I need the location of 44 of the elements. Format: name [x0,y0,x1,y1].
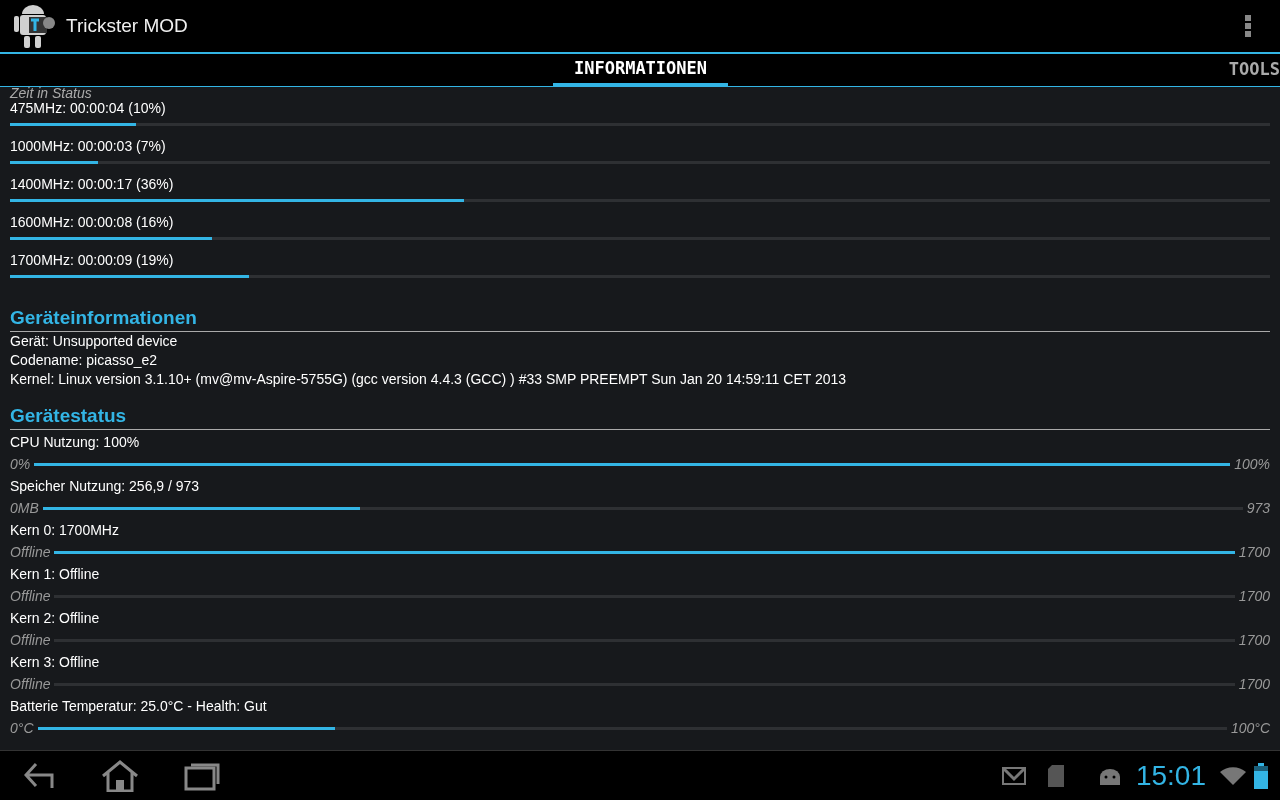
section-heading: Geräteinformationen [10,307,198,329]
battery-icon [1254,762,1268,789]
range-min-label: Offline [10,587,51,605]
status-label: Speicher Nutzung: 256,9 / 973 [10,477,201,495]
range-min-label: Offline [10,675,51,693]
range-min-label: 0°C [10,719,34,737]
back-icon[interactable] [24,761,56,790]
range-max-label: 1700 [1238,675,1270,693]
range-max-label: 973 [1246,499,1270,517]
range-max-label: 1700 [1238,543,1270,561]
clock: 15:01 [1135,758,1206,793]
range-min-label: Offline [10,631,51,649]
frequency-label: 1600MHz: 00:00:08 (16%) [10,213,175,231]
overflow-menu-icon[interactable] [1244,14,1252,38]
range-min-label: Offline [10,543,51,561]
range-max-label: 100% [1234,455,1270,473]
status-label: Kern 1: Offline [10,565,101,583]
info-line: Kernel: Linux version 3.1.10+ (mv@mv-Aspire-5755G) (gcc version 4.4.3 (GCC) ) #33 SMP PREEMPT Sun Jan 20 14:59:11 CET 2013 [10,370,848,389]
section-heading: Gerätestatus [10,405,128,427]
frequency-label: 1000MHz: 00:00:03 (7%) [10,137,167,155]
frequency-label: 1700MHz: 00:00:09 (19%) [10,251,175,269]
frequency-label: 1400MHz: 00:00:17 (36%) [10,175,175,193]
status-label: Kern 3: Offline [10,653,101,671]
range-max-label: 1700 [1238,587,1270,605]
status-label: Kern 0: 1700MHz [10,521,120,539]
status-label: CPU Nutzung: 100% [10,433,141,451]
android-icon [1097,766,1122,785]
home-icon[interactable] [100,759,140,792]
range-min-label: 0MB [10,499,39,517]
info-line: Codename: picasso_e2 [10,351,159,370]
app-title: Trickster MOD [66,13,188,38]
section-caption: Zeit in Status [10,87,93,99]
sd-card-icon [1047,764,1064,787]
frequency-label: 475MHz: 00:00:04 (10%) [10,99,167,117]
status-label: Batterie Temperatur: 25.0°C - Health: Gut [10,697,268,715]
range-max-label: 100°C [1230,719,1270,737]
mail-icon [1001,766,1026,785]
status-label: Kern 2: Offline [10,609,101,627]
info-line: Gerät: Unsupported device [10,332,179,351]
range-max-label: 1700 [1238,631,1270,649]
robot-logo-icon [14,3,58,49]
range-min-label: 0% [10,455,31,473]
tab[interactable]: TOOLS [1228,54,1280,86]
wifi-icon [1220,766,1246,785]
